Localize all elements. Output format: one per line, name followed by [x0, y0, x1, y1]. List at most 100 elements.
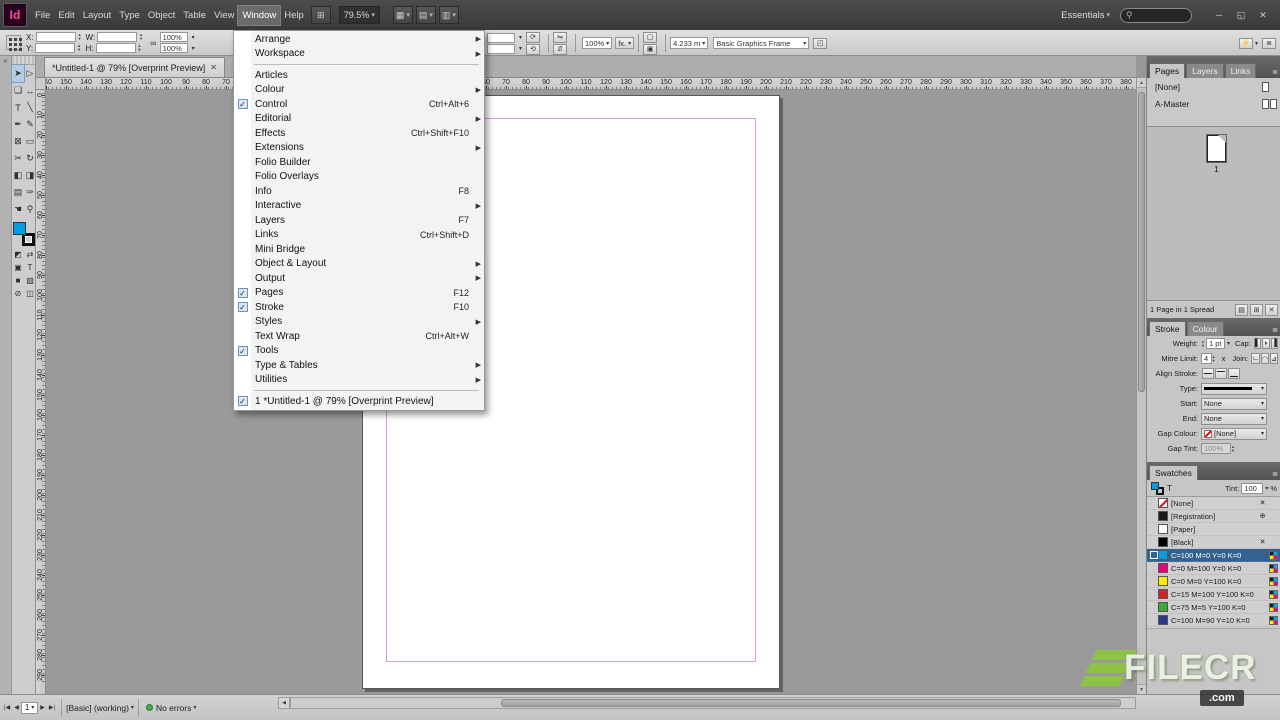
menubar-item[interactable]: Layout — [79, 6, 116, 25]
control-panel-menu-icon[interactable]: ≣ — [1262, 38, 1276, 49]
tint-field[interactable]: 100 — [1241, 483, 1263, 494]
zoom-level-dropdown[interactable]: 79.5% ▾ — [339, 6, 380, 24]
window-menu-item[interactable]: ✓ ▶ — [234, 61, 484, 68]
x-position-field[interactable] — [36, 32, 76, 42]
ruler-origin-corner[interactable] — [36, 78, 46, 90]
opacity-dropdown[interactable]: 100% ▾ — [582, 37, 612, 49]
window-menu-item[interactable]: ✓ Utilities ▶ — [234, 373, 484, 388]
window-menu-item[interactable]: ✓ Folio Builder ▶ — [234, 155, 484, 170]
swatch-row[interactable]: [None] ✕ — [1147, 497, 1280, 510]
collapse-icon[interactable]: « — [3, 56, 7, 65]
gap-colour-dropdown[interactable]: [None] ▾ — [1201, 428, 1267, 440]
pencil-tool[interactable]: ✎ — [24, 116, 36, 133]
swatch-row[interactable]: C=100 M=90 Y=10 K=0 — [1147, 614, 1280, 627]
document-tab[interactable]: *Untitled-1 @ 79% [Overprint Preview] ✕ — [44, 57, 225, 77]
bevel-join-button[interactable]: ⊿ — [1270, 353, 1278, 364]
search-input[interactable]: ⚲ — [1120, 8, 1192, 23]
default-fill-stroke-icon[interactable]: ◩ — [12, 248, 24, 261]
vertical-scrollbar[interactable]: ▲ ▼ — [1136, 78, 1146, 694]
end-dropdown[interactable]: None ▾ — [1201, 413, 1267, 425]
screen-mode-button[interactable]: ◫ — [24, 287, 36, 300]
panel-tab[interactable]: Links — [1225, 63, 1257, 78]
formatting-affects-text-icon[interactable]: T — [1167, 484, 1172, 493]
formatting-affects-text-button[interactable]: T — [24, 261, 36, 274]
close-button[interactable]: ✕ — [1252, 6, 1274, 24]
stroke-type-dropdown[interactable]: ▾ — [1201, 383, 1267, 395]
scale-y-field[interactable]: 100% — [160, 43, 188, 53]
edit-page-size-button[interactable]: ▤ — [1235, 304, 1248, 316]
fill-swatch[interactable] — [13, 222, 26, 235]
pasteboard[interactable] — [46, 90, 1136, 694]
height-field[interactable] — [96, 43, 136, 53]
scroll-left-icon[interactable]: ◀ — [278, 697, 290, 709]
swatch-row[interactable]: [Black] ✕ — [1147, 536, 1280, 549]
mitre-stepper[interactable]: ▲▼ — [1212, 355, 1216, 363]
panel-menu-icon[interactable]: ≣ — [1272, 68, 1280, 78]
line-tool[interactable]: ╲ — [24, 99, 36, 116]
h-stepper[interactable]: ▲▼ — [138, 44, 142, 52]
window-menu-item[interactable]: ✓ Info F8 ▶ — [234, 184, 484, 199]
swatch-row[interactable]: C=0 M=0 Y=100 K=0 — [1147, 575, 1280, 588]
panel-menu-icon[interactable]: ≣ — [1272, 470, 1280, 480]
vertical-scroll-thumb[interactable] — [1138, 92, 1145, 392]
bridge-button[interactable]: ⊞ — [311, 6, 331, 24]
close-icon[interactable]: ✕ — [210, 63, 217, 72]
free-transform-tool[interactable]: ↻ — [24, 150, 36, 167]
zoom-tool[interactable]: ⚲ — [24, 201, 36, 218]
shear-angle-field[interactable] — [487, 44, 515, 54]
rotate-90-cw-button[interactable]: ⟳ — [526, 32, 540, 43]
mitre-join-button[interactable]: ∟ — [1251, 353, 1260, 364]
scroll-up-icon[interactable]: ▲ — [1137, 78, 1146, 88]
window-menu-item[interactable]: ✓ Articles ▶ — [234, 68, 484, 83]
delete-page-button[interactable]: ✕ — [1265, 304, 1278, 316]
note-tool[interactable]: ▤ — [12, 184, 24, 201]
rectangle-tool[interactable]: ▭ — [24, 133, 36, 150]
panel-tab[interactable]: Pages — [1149, 63, 1185, 78]
minimize-button[interactable]: ─ — [1208, 6, 1230, 24]
menubar-item[interactable]: Table — [179, 6, 210, 25]
fill-stroke-proxy[interactable] — [13, 222, 35, 246]
next-page-button[interactable]: ▶ — [38, 704, 47, 711]
swatch-row[interactable]: C=75 M=5 Y=100 K=0 — [1147, 601, 1280, 614]
corner-options-button[interactable]: ◰ — [813, 38, 827, 49]
window-menu-item[interactable]: ✓ Object & Layout ▶ — [234, 257, 484, 272]
menubar-item[interactable]: Type — [115, 6, 144, 25]
screen-mode-button[interactable]: ▤ ▾ — [416, 6, 436, 24]
swatch-row[interactable]: C=15 M=100 Y=100 K=0 — [1147, 588, 1280, 601]
window-menu-item[interactable]: ✓ Colour ▶ — [234, 83, 484, 98]
object-style-dropdown[interactable]: Basic Graphics Frame ▾ — [713, 37, 809, 49]
reference-point-proxy[interactable] — [6, 35, 21, 50]
flip-horizontal-button[interactable]: ⇋ — [553, 32, 567, 43]
quick-apply-button[interactable]: ⚡ — [1239, 38, 1253, 49]
window-menu-item[interactable]: ✓ Effects Ctrl+Shift+F10 ▶ — [234, 126, 484, 141]
workspace-switcher[interactable]: Essentials ▾ — [1061, 10, 1110, 21]
menubar-item[interactable]: View — [210, 6, 238, 25]
window-menu-item[interactable]: ✓ Layers F7 ▶ — [234, 213, 484, 228]
master-page-row[interactable]: A-Master — [1147, 95, 1280, 112]
rectangle-frame-tool[interactable]: ⊠ — [12, 133, 24, 150]
panel-tab[interactable]: Layers — [1186, 63, 1224, 78]
window-menu-item[interactable]: ✓ Control Ctrl+Alt+6 ▶ — [234, 97, 484, 112]
y-stepper[interactable]: ▲▼ — [77, 44, 81, 52]
align-stroke-inside-button[interactable] — [1215, 368, 1227, 379]
apply-none-button[interactable]: ⊘ — [12, 287, 24, 300]
tools-panel-grip[interactable] — [12, 56, 35, 65]
pen-tool[interactable]: ✒ — [12, 116, 24, 133]
apply-gradient-button[interactable]: ▨ — [24, 274, 36, 287]
weight-field[interactable]: 1 pt — [1206, 338, 1225, 349]
stroke-weight-dropdown[interactable]: 4.233 m ▾ — [670, 37, 708, 49]
window-menu-item[interactable]: ✓ Folio Overlays ▶ — [234, 170, 484, 185]
preflight-profile-dropdown[interactable]: [Basic] (working) ▾ — [66, 703, 134, 713]
menubar-item[interactable]: Object — [144, 6, 179, 25]
view-options-button[interactable]: ▦ ▾ — [393, 6, 413, 24]
constrain-proportions-icon[interactable]: ∞ — [150, 38, 156, 48]
previous-page-button[interactable]: ◀ — [12, 704, 21, 711]
formatting-affects-container-button[interactable]: ▣ — [12, 261, 24, 274]
direct-selection-tool[interactable]: ▷ — [24, 65, 36, 82]
window-menu-item[interactable]: ✓ Mini Bridge ▶ — [234, 242, 484, 257]
round-join-button[interactable]: ◠ — [1261, 353, 1269, 364]
menubar-item[interactable]: Edit — [54, 6, 78, 25]
rotation-angle-field[interactable] — [487, 33, 515, 43]
vertical-ruler[interactable]: 0102030405060708090100110120130140150160… — [36, 90, 46, 694]
window-menu-item[interactable]: ✓ Text Wrap Ctrl+Alt+W ▶ — [234, 329, 484, 344]
